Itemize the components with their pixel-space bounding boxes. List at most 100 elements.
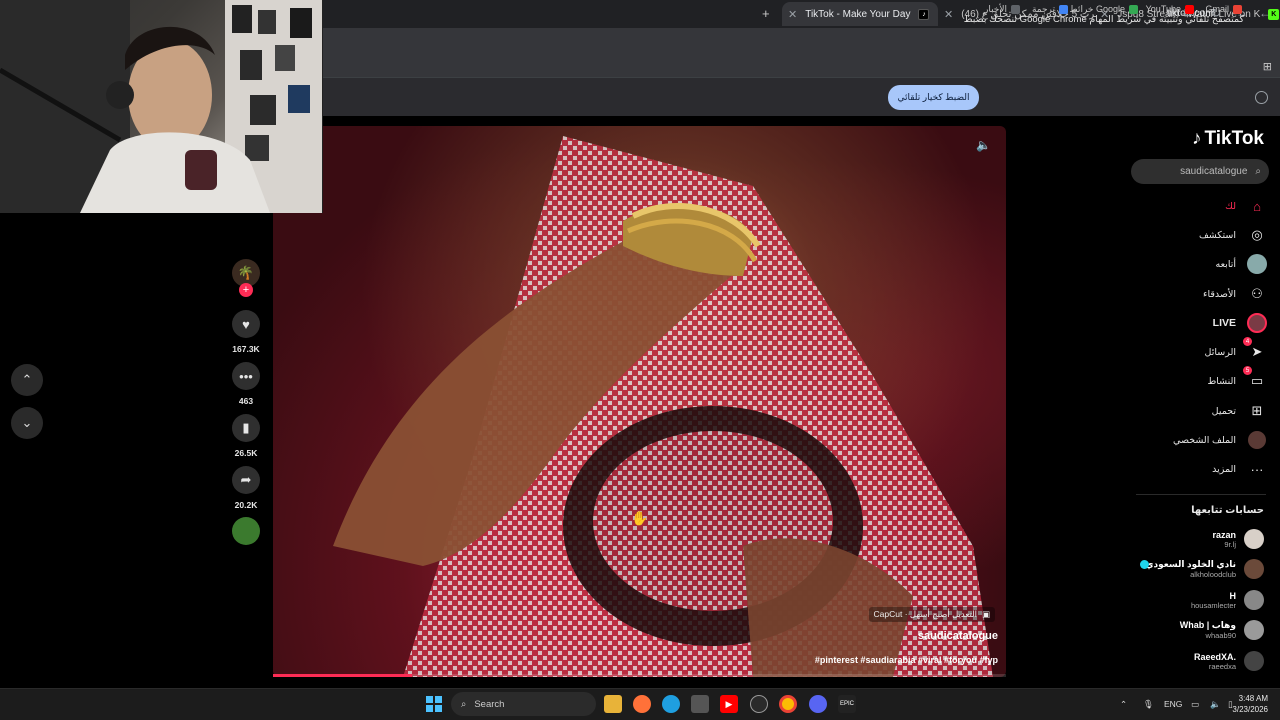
microphone-icon[interactable]: 🎙 xyxy=(1143,699,1154,710)
account-handle: housamlecter xyxy=(1190,600,1236,610)
account-name: H xyxy=(1229,590,1237,601)
store-icon[interactable] xyxy=(691,695,709,713)
video-player[interactable] xyxy=(273,126,1006,677)
followed-account[interactable]: RaeedXA. raeedxa xyxy=(1194,651,1264,671)
follow-plus-icon[interactable]: + xyxy=(239,283,253,297)
followed-account[interactable]: razan 9r.lj xyxy=(1212,529,1264,549)
avatar xyxy=(1244,590,1264,610)
set-default-button[interactable]: الضبط كخيار تلقائي xyxy=(888,85,979,110)
tab-close-icon[interactable]: ✕ xyxy=(788,8,797,21)
followed-account[interactable]: Whab | وهاب whaab90 xyxy=(1180,620,1264,640)
account-handle: raeedxa xyxy=(1208,661,1236,671)
bookmark-icon[interactable]: ▮ xyxy=(232,414,260,442)
account-name: razan xyxy=(1212,529,1236,540)
apps-grid-icon[interactable]: ⊞ xyxy=(1263,60,1272,73)
avatar xyxy=(1244,620,1264,640)
bookmark-label: Gmail xyxy=(1205,4,1229,14)
sidebar-item-messages[interactable]: الرسائل ➤ 4 xyxy=(1204,337,1268,364)
account-name: نادي الخلود السعودي xyxy=(1145,559,1236,569)
account-handle: alkholoodclub xyxy=(1190,570,1236,579)
windows-start-icon[interactable] xyxy=(425,695,443,713)
followed-account[interactable]: Hhousamlecter xyxy=(1191,590,1264,610)
sidebar-item-upload[interactable]: تحميل ⊞ xyxy=(1212,399,1268,423)
sidebar-divider xyxy=(1136,494,1266,495)
search-value: saudicatalogue xyxy=(1180,166,1248,177)
save-count: 26.5K xyxy=(234,448,258,458)
sidebar-item-label: الرسائل xyxy=(1204,346,1236,358)
profile-avatar-icon xyxy=(1246,429,1268,451)
tab-tiktok[interactable]: ✕ TikTok - Make Your Day ♪ xyxy=(782,2,938,26)
mouse-cursor-icon: ✋ xyxy=(631,510,649,526)
send-icon: ➤ 4 xyxy=(1243,337,1268,363)
tiktok-wordmark: TikTok xyxy=(1204,128,1264,149)
comment-icon[interactable]: ••• xyxy=(232,362,260,390)
volume-icon[interactable]: 🔈 xyxy=(976,138,991,152)
tiktok-logo[interactable]: ♪ TikTok xyxy=(1192,128,1264,150)
previous-video-chevron-up-icon[interactable]: ⌃ xyxy=(11,364,43,396)
activity-icon: ▭ 5 xyxy=(1243,366,1268,392)
search-input[interactable]: saudicatalogue ⌕ xyxy=(1131,159,1269,184)
like-heart-icon[interactable]: ♥ xyxy=(232,310,260,338)
tray-chevron-up-icon[interactable]: ⌃ xyxy=(1120,699,1127,710)
video-author[interactable]: saudicatalogue xyxy=(918,630,998,642)
sidebar-item-activity[interactable]: النشاط ▭ 5 xyxy=(1207,366,1268,393)
system-clock[interactable]: 3:48 AM 3/23/2026 xyxy=(1232,693,1268,715)
live-icon xyxy=(1246,312,1268,334)
activity-badge: 5 xyxy=(1243,366,1252,375)
sidebar-item-for-you[interactable]: لك ⌂ xyxy=(1225,194,1268,218)
chrome-info-icon xyxy=(1255,91,1268,104)
sidebar-item-label: المزيد xyxy=(1212,463,1236,475)
sidebar-item-label: استكشف xyxy=(1198,229,1236,241)
sidebar-item-live[interactable]: LIVE xyxy=(1213,311,1268,335)
bookmark-youtube[interactable]: YouTube xyxy=(1146,4,1194,14)
chrome-icon[interactable] xyxy=(779,695,797,713)
share-icon[interactable]: ➦ xyxy=(232,466,260,494)
search-icon[interactable]: ⌕ xyxy=(1255,166,1261,177)
sidebar-item-more[interactable]: المزيد ··· xyxy=(1212,457,1268,481)
sidebar-item-friends[interactable]: الأصدقاء ⚇ xyxy=(1203,282,1268,306)
share-count: 20.2K xyxy=(234,500,258,510)
bookmark-gmail[interactable]: Gmail xyxy=(1205,4,1242,14)
account-name: RaeedXA. xyxy=(1193,651,1236,662)
sidebar-item-label: LIVE xyxy=(1212,317,1236,329)
tab-title: TikTok - Make Your Day xyxy=(805,8,911,20)
next-video-chevron-down-icon[interactable]: ⌄ xyxy=(11,407,43,439)
sidebar-item-explore[interactable]: استكشف ◎ xyxy=(1199,223,1268,247)
obs-icon[interactable] xyxy=(750,695,768,713)
followed-account[interactable]: نادي الخلود السعودي alkholoodclub xyxy=(1145,559,1264,579)
sidebar-item-profile[interactable]: الملف الشخصي xyxy=(1173,428,1268,452)
gmail-icon xyxy=(1233,4,1242,14)
friends-icon: ⚇ xyxy=(1251,286,1263,301)
firefox-icon[interactable] xyxy=(633,695,651,713)
sound-disc-icon[interactable] xyxy=(232,517,260,545)
epic-games-icon[interactable]: EPIC xyxy=(838,695,856,713)
file-explorer-icon[interactable] xyxy=(604,695,622,713)
following-accounts-title: حسابات تتابعها xyxy=(1191,505,1264,516)
new-tab-button[interactable]: + xyxy=(762,6,770,21)
maps-icon xyxy=(1129,5,1138,14)
upload-icon: ⊞ xyxy=(1251,403,1263,418)
webcam-overlay xyxy=(0,0,323,213)
volume-tray-icon[interactable]: 🔈 xyxy=(1210,699,1221,710)
capcut-tag[interactable]: CapCut · التعديل أصبح أسهل ▣ xyxy=(868,607,995,622)
sidebar-item-label: النشاط xyxy=(1207,375,1236,387)
capcut-icon: ▣ xyxy=(981,609,990,619)
network-icon[interactable]: ▭ xyxy=(1191,699,1199,710)
tab-close-icon[interactable]: ✕ xyxy=(944,8,953,21)
news-icon xyxy=(1011,5,1020,14)
sidebar-item-label: لك xyxy=(1225,200,1236,212)
input-language[interactable]: ENG xyxy=(1164,699,1182,709)
sidebar-item-label: الملف الشخصي xyxy=(1173,434,1236,446)
account-handle: whaab90 xyxy=(1205,631,1236,640)
taskbar-search[interactable]: ⌕ Search xyxy=(451,692,596,716)
compass-icon: ◎ xyxy=(1251,227,1263,242)
back-icon[interactable]: ← xyxy=(1259,6,1271,20)
video-progress-fill xyxy=(273,674,412,677)
sidebar-item-following[interactable]: أتابعه xyxy=(1216,252,1269,276)
edge-icon[interactable] xyxy=(662,695,680,713)
video-hashtags[interactable]: #pinterest #saudiarabia #viral #foryou #… xyxy=(815,655,998,665)
discord-icon[interactable] xyxy=(809,695,827,713)
messages-badge: 4 xyxy=(1243,337,1252,346)
translate-icon xyxy=(1059,5,1068,14)
youtube-app-icon[interactable]: ▶ xyxy=(720,695,738,713)
